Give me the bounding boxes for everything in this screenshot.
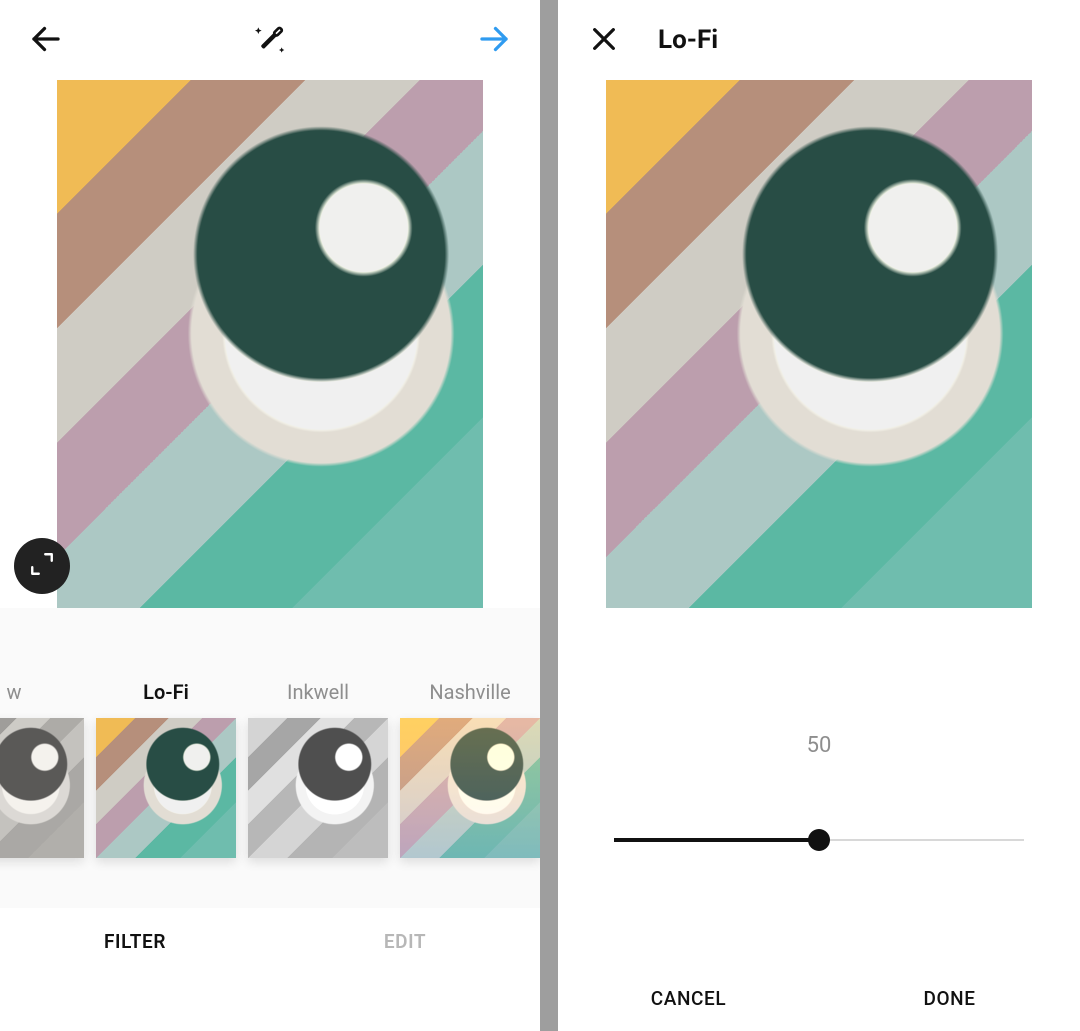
back-button[interactable] — [24, 18, 68, 62]
screens-divider — [540, 0, 558, 1031]
filter-label: Lo-Fi — [143, 680, 189, 704]
screen-title: Lo-Fi — [658, 25, 718, 55]
filter-item-willow[interactable]: w — [0, 680, 84, 858]
photo-preview[interactable] — [558, 80, 1080, 608]
filter-item-lofi[interactable]: Lo-Fi — [96, 680, 236, 858]
filter-strength-screen: Lo-Fi 50 CANCEL DONE — [558, 0, 1080, 1031]
filter-thumb — [400, 718, 540, 858]
filter-strength-slider[interactable] — [614, 830, 1024, 850]
photo-preview-image — [606, 80, 1032, 608]
done-button[interactable]: DONE — [819, 987, 1080, 1010]
close-button[interactable] — [582, 18, 626, 62]
slider-value-label: 50 — [807, 733, 832, 758]
filter-thumb — [0, 718, 84, 858]
auto-enhance-button[interactable] — [248, 18, 292, 62]
top-bar: Lo-Fi — [558, 0, 1080, 80]
slider-area: 50 — [558, 608, 1080, 965]
expand-crop-button[interactable] — [14, 538, 70, 594]
magic-wand-icon — [250, 19, 290, 62]
close-icon — [588, 23, 620, 58]
filter-label: Inkwell — [287, 680, 349, 704]
filter-thumb — [248, 718, 388, 858]
slider-track-fill — [614, 838, 819, 842]
top-bar — [0, 0, 540, 80]
next-button[interactable] — [472, 18, 516, 62]
arrow-left-icon — [28, 21, 64, 60]
filter-select-screen: w Lo-Fi Inkwell Nashville FILTER — [0, 0, 540, 1031]
cancel-button[interactable]: CANCEL — [558, 987, 819, 1010]
photo-preview-image — [57, 80, 483, 608]
tab-filter[interactable]: FILTER — [0, 930, 270, 953]
filter-item-inkwell[interactable]: Inkwell — [248, 680, 388, 858]
arrow-right-icon — [476, 21, 512, 60]
filter-label: Nashville — [429, 680, 510, 704]
photo-preview[interactable] — [0, 80, 540, 608]
bottom-tabs: FILTER EDIT — [0, 908, 540, 974]
tab-edit[interactable]: EDIT — [270, 930, 540, 953]
expand-icon — [29, 551, 55, 581]
filter-item-nashville[interactable]: Nashville — [400, 680, 540, 858]
bottom-actions: CANCEL DONE — [558, 965, 1080, 1031]
filter-label: w — [6, 680, 21, 704]
filter-thumb — [96, 718, 236, 858]
slider-knob[interactable] — [808, 829, 830, 851]
filter-row: w Lo-Fi Inkwell Nashville — [0, 680, 540, 858]
filter-strip[interactable]: w Lo-Fi Inkwell Nashville — [0, 608, 540, 908]
